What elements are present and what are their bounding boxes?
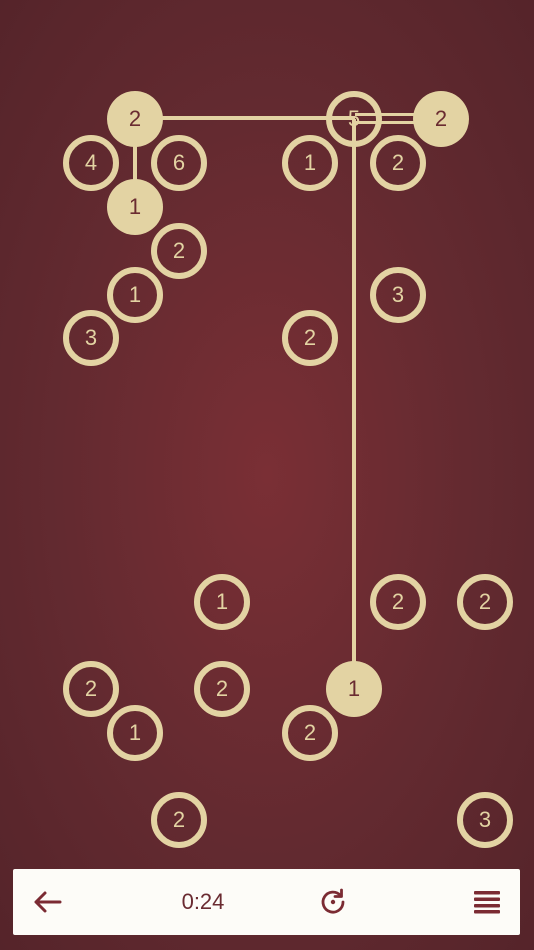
island-number: 3 [84,325,98,350]
island-node[interactable]: 2 [151,223,207,279]
restart-button[interactable] [313,882,353,922]
island-number: 6 [172,150,186,175]
island-node[interactable]: 3 [457,792,513,848]
bottom-toolbar: 0:24 [13,869,520,935]
island-number: 1 [215,589,229,614]
back-button[interactable] [27,882,67,922]
island-node[interactable]: 1 [194,574,250,630]
island-number: 1 [128,194,142,219]
island-number: 1 [347,676,361,701]
island-node[interactable]: 2 [413,91,469,147]
island-node[interactable]: 1 [107,267,163,323]
island-node[interactable]: 2 [63,661,119,717]
island-number: 2 [172,238,186,263]
puzzle-board: 2 5 2 4 6 1 2 1 2 1 3 3 2 1 2 2 2 2 1 1 … [0,0,534,870]
island-number: 2 [434,106,448,131]
island-number: 1 [303,150,317,175]
island-number: 2 [391,589,405,614]
island-node[interactable]: 4 [63,135,119,191]
island-node[interactable]: 2 [282,310,338,366]
island-number: 2 [128,106,142,131]
island-number: 1 [128,720,142,745]
island-number: 2 [303,720,317,745]
island-number: 4 [84,150,98,175]
island-number: 5 [347,106,361,131]
island-node[interactable]: 1 [107,179,163,235]
island-node[interactable]: 2 [370,135,426,191]
island-node[interactable]: 2 [194,661,250,717]
island-node[interactable]: 3 [370,267,426,323]
island-node[interactable]: 2 [151,792,207,848]
island-node[interactable]: 2 [457,574,513,630]
island-node[interactable]: 1 [326,661,382,717]
island-number: 2 [478,589,492,614]
bridge-single-vertical-right [352,119,356,689]
island-number: 2 [172,807,186,832]
island-node[interactable]: 3 [63,310,119,366]
menu-icon [474,891,500,914]
island-node[interactable]: 2 [107,91,163,147]
timer-display: 0:24 [181,889,225,914]
island-number: 2 [303,325,317,350]
menu-button[interactable] [467,882,507,922]
island-number: 2 [84,676,98,701]
island-number: 2 [391,150,405,175]
island-number: 2 [215,676,229,701]
island-number: 3 [478,807,492,832]
island-node[interactable]: 5 [326,91,382,147]
arrow-left-icon [34,891,62,913]
island-node[interactable]: 2 [370,574,426,630]
island-number: 3 [391,282,405,307]
bridge-single-horizontal [135,116,355,120]
island-node[interactable]: 1 [282,135,338,191]
island-node[interactable]: 6 [151,135,207,191]
island-number: 1 [128,282,142,307]
island-node[interactable]: 1 [107,705,163,761]
island-node[interactable]: 2 [282,705,338,761]
restart-icon [321,888,345,914]
